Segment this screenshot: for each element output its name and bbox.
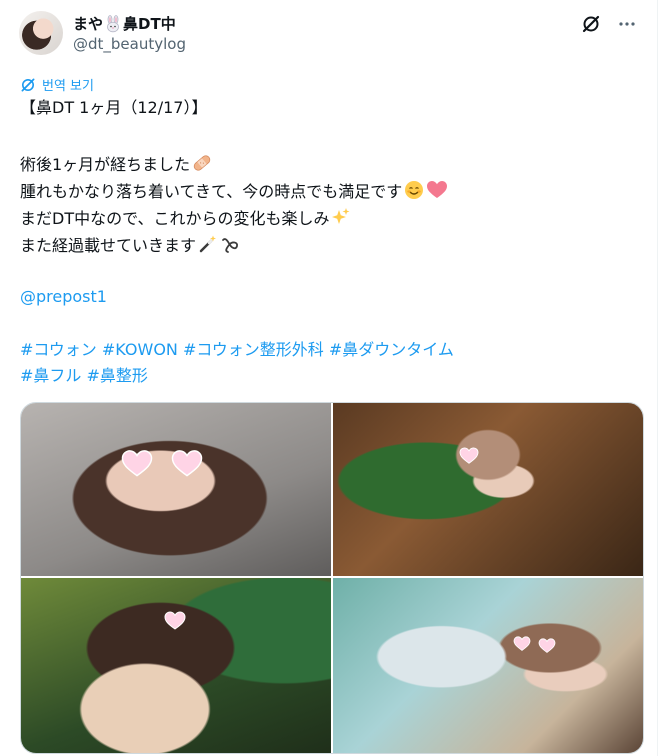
tweet-line-1-text: 術後1ヶ月が経ちました xyxy=(20,155,191,174)
display-name-prefix: まや xyxy=(73,15,104,33)
hashtag-link[interactable]: #鼻フル xyxy=(20,366,81,385)
translate-link[interactable]: 번역 보기 xyxy=(20,75,94,94)
hashtag-link[interactable]: #鼻ダウンタイム xyxy=(329,340,454,359)
photo-grid xyxy=(20,402,644,754)
heart-sticker-icon xyxy=(513,636,531,651)
heart-sticker-icon xyxy=(171,450,203,477)
heart-sticker-icon xyxy=(538,638,556,653)
tweet-line-4-text: また経過載せていきます xyxy=(20,236,197,255)
heart-sticker-icon xyxy=(164,611,186,630)
photo-3[interactable] xyxy=(21,578,331,753)
hashtag-link[interactable]: #コウォン xyxy=(20,340,97,359)
photo-1[interactable] xyxy=(21,403,331,576)
translate-label: 번역 보기 xyxy=(42,79,94,94)
bandage-icon xyxy=(193,155,211,171)
display-name[interactable]: まや 鼻DT中 xyxy=(73,13,176,34)
photo-4[interactable] xyxy=(333,578,643,753)
tweet-title: 【鼻DT 1ヶ月（12/17）】 xyxy=(20,98,208,117)
tweet-line-3-text: まだDT中なので、これからの変化も楽しみ xyxy=(20,209,330,228)
tweet-line-2-text: 腫れもかなり落ち着いてきて、今の時点でも満足です xyxy=(20,182,403,201)
magic-wand-icon xyxy=(199,235,217,253)
grok-icon[interactable] xyxy=(581,14,601,34)
tweet-line-2: 腫れもかなり落ち着いてきて、今の時点でも満足です xyxy=(20,180,448,202)
loop-icon xyxy=(222,238,238,253)
heart-sticker-icon xyxy=(121,450,153,477)
tweet-line-4: また経過載せていきます xyxy=(20,234,240,256)
photo-2[interactable] xyxy=(333,403,643,576)
header-actions xyxy=(581,14,637,34)
hashtags-line-1: #コウォン #KOWON #コウォン整形外科 #鼻ダウンタイム xyxy=(20,340,454,360)
tweet-line-3: まだDT中なので、これからの変化も楽しみ xyxy=(20,207,351,229)
translate-icon xyxy=(21,78,35,91)
tweet-line-1: 術後1ヶ月が経ちました xyxy=(20,153,212,175)
avatar[interactable] xyxy=(19,11,63,55)
smiling-face-icon xyxy=(405,181,424,199)
heart-sticker-icon xyxy=(459,447,479,464)
hashtag-link[interactable]: #KOWON xyxy=(102,340,178,359)
hashtag-link[interactable]: #鼻整形 xyxy=(87,366,148,385)
rabbit-face-icon xyxy=(107,14,119,32)
hashtag-link[interactable]: #コウォン整形外科 xyxy=(183,340,324,359)
hashtags-line-2: #鼻フル #鼻整形 xyxy=(20,366,148,386)
user-handle[interactable]: @dt_beautylog xyxy=(73,35,186,53)
heart-icon xyxy=(427,181,448,198)
more-icon[interactable] xyxy=(617,14,637,34)
tweet: まや 鼻DT中 @dt_beautylog 번역 보기 【鼻DT 1ヶ月（12/… xyxy=(0,0,658,756)
display-name-suffix: 鼻DT中 xyxy=(123,15,176,33)
sparkles-icon xyxy=(332,208,350,224)
mention-link[interactable]: @prepost1 xyxy=(20,287,107,307)
